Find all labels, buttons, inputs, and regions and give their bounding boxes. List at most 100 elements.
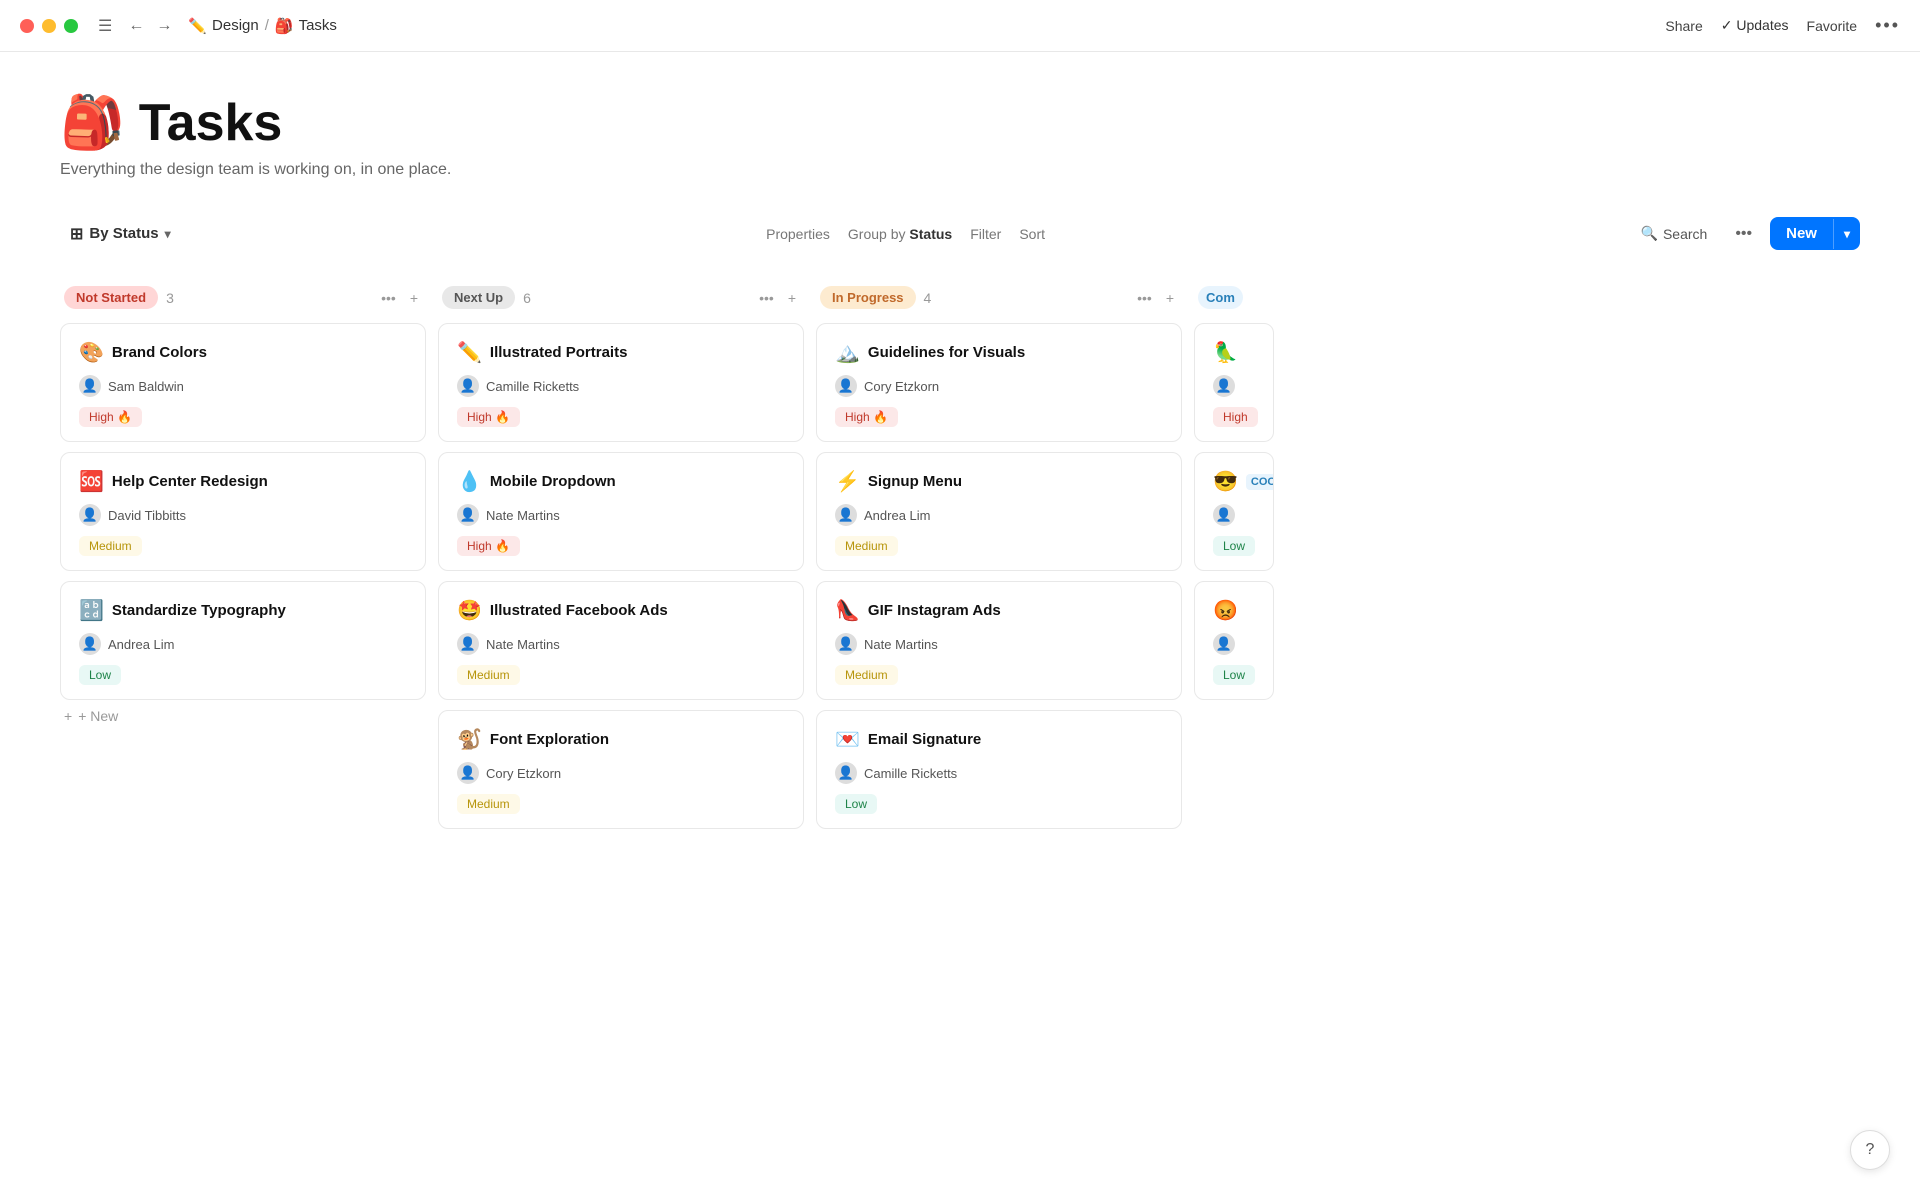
- card-assignee: 👤 Andrea Lim: [835, 504, 1163, 526]
- card-emoji: 😡: [1213, 598, 1238, 623]
- card-signup-menu[interactable]: ⚡ Signup Menu 👤 Andrea Lim Medium: [816, 452, 1182, 571]
- card-partial-3[interactable]: 😡 👤 Low: [1194, 581, 1274, 700]
- kanban-board: Not Started 3 ••• + 🎨 Brand Colors 👤 Sam…: [60, 286, 1860, 829]
- card-mobile-dropdown[interactable]: 💧 Mobile Dropdown 👤 Nate Martins High 🔥: [438, 452, 804, 571]
- column-in-progress: In Progress 4 ••• + 🏔️ Guidelines for Vi…: [816, 286, 1182, 829]
- search-icon: 🔍: [1641, 225, 1658, 242]
- column-more-icon[interactable]: •••: [1133, 288, 1156, 308]
- assignee-name: Camille Ricketts: [486, 379, 579, 394]
- priority-badge: High: [1213, 407, 1258, 427]
- minimize-button[interactable]: [42, 19, 56, 33]
- more-options-icon[interactable]: •••: [1875, 15, 1900, 36]
- new-dropdown-icon[interactable]: ▾: [1833, 219, 1860, 249]
- card-partial-1[interactable]: 🦜 👤 High: [1194, 323, 1274, 442]
- more-button[interactable]: •••: [1727, 219, 1760, 249]
- close-button[interactable]: [20, 19, 34, 33]
- breadcrumb-design[interactable]: ✏️ Design: [188, 17, 258, 35]
- card-standardize-typography[interactable]: 🔡 Standardize Typography 👤 Andrea Lim Lo…: [60, 581, 426, 700]
- column-add-icon[interactable]: +: [784, 288, 800, 308]
- priority-badge: High 🔥: [457, 536, 520, 556]
- card-title: Illustrated Portraits: [490, 344, 628, 361]
- avatar: 👤: [79, 633, 101, 655]
- priority-badge: High 🔥: [835, 407, 898, 427]
- card-email-signature[interactable]: 💌 Email Signature 👤 Camille Ricketts Low: [816, 710, 1182, 829]
- card-partial-2[interactable]: 😎 COOL 👤 Low: [1194, 452, 1274, 571]
- column-badge-not-started: Not Started: [64, 286, 158, 309]
- tasks-icon: 🎒: [275, 17, 294, 35]
- card-guidelines-for-visuals[interactable]: 🏔️ Guidelines for Visuals 👤 Cory Etzkorn…: [816, 323, 1182, 442]
- avatar: 👤: [835, 375, 857, 397]
- cards-in-progress: 🏔️ Guidelines for Visuals 👤 Cory Etzkorn…: [816, 323, 1182, 829]
- priority-badge: Medium: [457, 665, 520, 685]
- priority-badge: Medium: [457, 794, 520, 814]
- column-header-in-progress: In Progress 4 ••• +: [816, 286, 1182, 309]
- by-status-button[interactable]: ⊞ By Status ▾: [60, 218, 181, 250]
- card-title-row: 🎨 Brand Colors: [79, 340, 407, 365]
- toolbar-left: ⊞ By Status ▾: [60, 218, 181, 250]
- breadcrumb-tasks[interactable]: 🎒 Tasks: [275, 17, 337, 35]
- updates-button[interactable]: ✓ Updates: [1721, 17, 1789, 34]
- card-title-row: 💧 Mobile Dropdown: [457, 469, 785, 494]
- new-button[interactable]: New ▾: [1770, 217, 1860, 250]
- card-title: Brand Colors: [112, 344, 207, 361]
- titlebar-left: ☰ ← → ✏️ Design / 🎒 Tasks: [20, 15, 337, 37]
- add-new-button-not-started[interactable]: + + New: [60, 700, 426, 732]
- page-content: 🎒 Tasks Everything the design team is wo…: [0, 52, 1920, 849]
- cards-next-up: ✏️ Illustrated Portraits 👤 Camille Ricke…: [438, 323, 804, 829]
- column-add-icon[interactable]: +: [1162, 288, 1178, 308]
- avatar: 👤: [457, 375, 479, 397]
- priority-badge: High 🔥: [457, 407, 520, 427]
- priority-badge: Medium: [835, 665, 898, 685]
- avatar: 👤: [835, 504, 857, 526]
- filter-button[interactable]: Filter: [970, 226, 1001, 242]
- card-assignee: 👤 Nate Martins: [835, 633, 1163, 655]
- card-brand-colors[interactable]: 🎨 Brand Colors 👤 Sam Baldwin High 🔥: [60, 323, 426, 442]
- page-title-row: 🎒 Tasks: [60, 92, 1860, 153]
- avatar: 👤: [457, 633, 479, 655]
- card-help-center[interactable]: 🆘 Help Center Redesign 👤 David Tibbitts …: [60, 452, 426, 571]
- search-button[interactable]: 🔍 Search: [1631, 219, 1718, 248]
- card-emoji: ✏️: [457, 340, 482, 365]
- back-arrow-icon[interactable]: ←: [124, 15, 148, 37]
- card-assignee: 👤 Nate Martins: [457, 633, 785, 655]
- column-actions-next-up: ••• +: [755, 288, 800, 308]
- card-emoji: 👠: [835, 598, 860, 623]
- card-title-row: 👠 GIF Instagram Ads: [835, 598, 1163, 623]
- card-emoji: 😎: [1213, 469, 1238, 494]
- card-illustrated-portraits[interactable]: ✏️ Illustrated Portraits 👤 Camille Ricke…: [438, 323, 804, 442]
- avatar: 👤: [1213, 504, 1235, 526]
- card-emoji: 🤩: [457, 598, 482, 623]
- maximize-button[interactable]: [64, 19, 78, 33]
- help-button[interactable]: ?: [1850, 1130, 1890, 1170]
- avatar: 👤: [79, 504, 101, 526]
- column-actions-not-started: ••• +: [377, 288, 422, 308]
- share-button[interactable]: Share: [1665, 18, 1702, 34]
- card-title-row: 🔡 Standardize Typography: [79, 598, 407, 623]
- card-illustrated-facebook-ads[interactable]: 🤩 Illustrated Facebook Ads 👤 Nate Martin…: [438, 581, 804, 700]
- titlebar: ☰ ← → ✏️ Design / 🎒 Tasks Share ✓ Update…: [0, 0, 1920, 52]
- assignee-name: Andrea Lim: [864, 508, 930, 523]
- card-assignee: 👤 Sam Baldwin: [79, 375, 407, 397]
- assignee-name: Nate Martins: [486, 508, 560, 523]
- assignee-name: Andrea Lim: [108, 637, 174, 652]
- page-description: Everything the design team is working on…: [60, 161, 1860, 179]
- favorite-button[interactable]: Favorite: [1807, 18, 1858, 34]
- group-by-button[interactable]: Group by Status: [848, 226, 952, 242]
- properties-button[interactable]: Properties: [766, 226, 830, 242]
- column-more-icon[interactable]: •••: [755, 288, 778, 308]
- card-title: GIF Instagram Ads: [868, 602, 1001, 619]
- sort-button[interactable]: Sort: [1019, 226, 1045, 242]
- card-emoji: 💧: [457, 469, 482, 494]
- card-title-row: ⚡ Signup Menu: [835, 469, 1163, 494]
- column-more-icon[interactable]: •••: [377, 288, 400, 308]
- card-gif-instagram-ads[interactable]: 👠 GIF Instagram Ads 👤 Nate Martins Mediu…: [816, 581, 1182, 700]
- priority-badge: Low: [1213, 665, 1255, 685]
- card-title-row: 🆘 Help Center Redesign: [79, 469, 407, 494]
- card-font-exploration[interactable]: 🐒 Font Exploration 👤 Cory Etzkorn Medium: [438, 710, 804, 829]
- column-add-icon[interactable]: +: [406, 288, 422, 308]
- forward-arrow-icon[interactable]: →: [152, 15, 176, 37]
- card-assignee: 👤 Nate Martins: [457, 504, 785, 526]
- cards-complete: 🦜 👤 High 😎 COOL 👤 Low: [1194, 323, 1274, 700]
- card-title-row: 💌 Email Signature: [835, 727, 1163, 752]
- menu-icon[interactable]: ☰: [98, 16, 112, 36]
